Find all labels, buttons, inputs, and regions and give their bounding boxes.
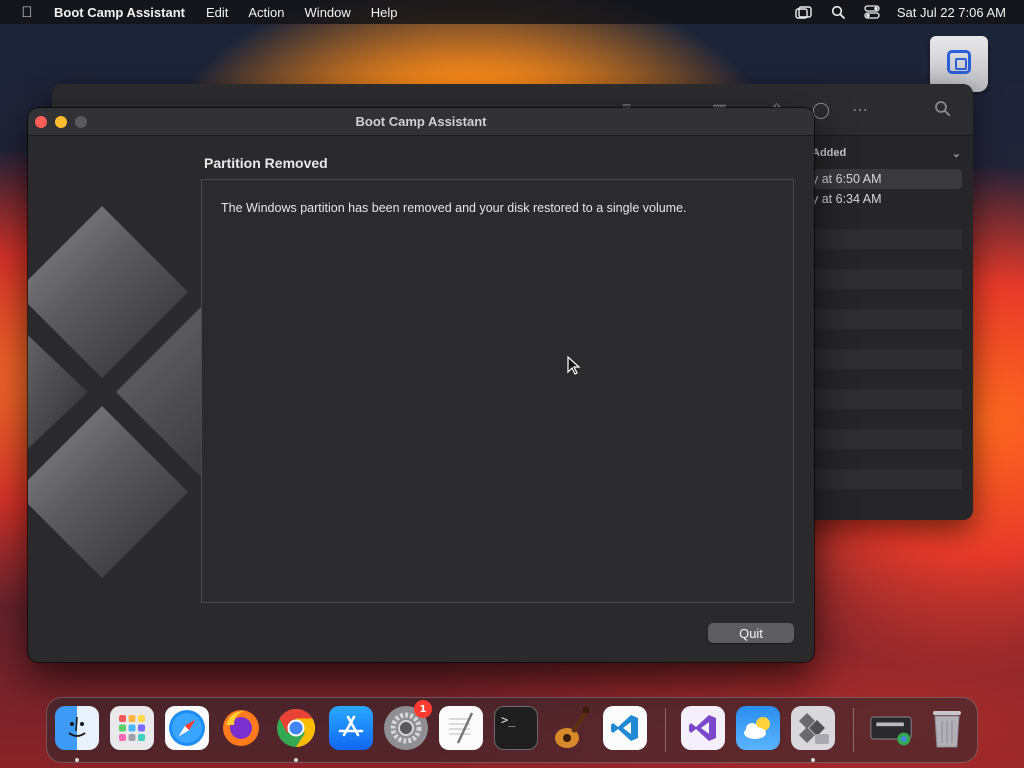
zoom-window-button <box>75 116 87 128</box>
more-actions-icon[interactable]: ⋯ <box>852 100 868 120</box>
firefox-icon[interactable] <box>219 706 263 750</box>
safari-icon[interactable] <box>165 706 209 750</box>
notification-badge: 1 <box>414 700 432 718</box>
chrome-icon[interactable] <box>274 706 318 750</box>
app-menu[interactable]: Boot Camp Assistant <box>54 5 185 20</box>
tag-icon[interactable]: ◯ <box>812 100 830 120</box>
list-item[interactable]: y at 6:50 AM <box>802 169 962 189</box>
terminal-icon[interactable]: >_ <box>494 706 538 750</box>
spotlight-search-icon[interactable] <box>829 5 847 19</box>
window-title: Boot Camp Assistant <box>355 114 487 129</box>
minimize-window-button[interactable] <box>55 116 67 128</box>
menu-bar-clock[interactable]: Sat Jul 22 7:06 AM <box>897 5 1006 20</box>
visual-studio-icon[interactable] <box>681 706 725 750</box>
vscode-icon[interactable] <box>603 706 647 750</box>
boot-camp-window: Boot Camp Assistant Partition Removed Th… <box>28 108 814 662</box>
file-list: y at 6:50 AM y at 6:34 AM <box>802 169 962 509</box>
status-message: The Windows partition has been removed a… <box>221 201 687 215</box>
page-title: Partition Removed <box>204 155 328 171</box>
control-center-icon[interactable] <box>863 5 881 19</box>
garageband-icon[interactable] <box>549 706 593 750</box>
list-item[interactable]: y at 6:34 AM <box>802 189 962 209</box>
content-panel: The Windows partition has been removed a… <box>201 179 794 603</box>
dock: 1 >_ <box>46 697 978 763</box>
system-settings-icon[interactable]: 1 <box>384 700 432 750</box>
menu-action[interactable]: Action <box>248 5 284 20</box>
quit-button[interactable]: Quit <box>708 623 794 643</box>
menu-window[interactable]: Window <box>305 5 351 20</box>
textedit-icon[interactable] <box>439 706 483 750</box>
downloads-stack-icon[interactable] <box>869 706 913 750</box>
menu-edit[interactable]: Edit <box>206 5 228 20</box>
finder-icon[interactable] <box>55 706 99 750</box>
menu-help[interactable]: Help <box>371 5 398 20</box>
date-added-column-header[interactable]: Added ⌄ <box>802 140 973 166</box>
stage-manager-icon[interactable] <box>795 5 813 19</box>
window-titlebar[interactable]: Boot Camp Assistant <box>28 108 814 136</box>
app-store-icon[interactable] <box>329 706 373 750</box>
boot-camp-assistant-icon[interactable] <box>791 706 835 750</box>
chevron-down-icon: ⌄ <box>951 147 961 160</box>
menu-bar:  Boot Camp Assistant Edit Action Window… <box>0 0 1024 24</box>
mouse-cursor-icon <box>567 356 581 375</box>
close-window-button[interactable] <box>35 116 47 128</box>
search-icon[interactable] <box>934 100 950 121</box>
apple-menu-icon[interactable]:  <box>0 4 54 21</box>
trash-icon[interactable] <box>925 706 969 750</box>
launchpad-icon[interactable] <box>110 706 154 750</box>
weather-icon[interactable] <box>736 706 780 750</box>
